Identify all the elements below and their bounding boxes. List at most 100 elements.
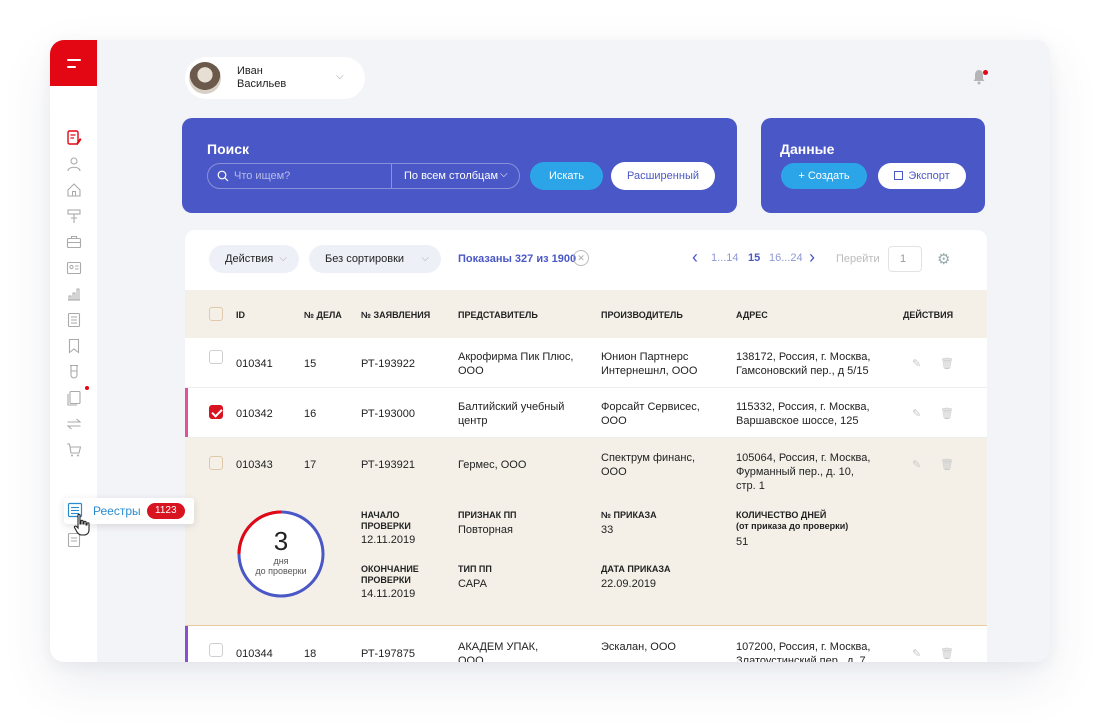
chevron-down-icon: ⌵ [279,253,287,264]
row-checkbox[interactable] [209,643,223,657]
export-icon [894,171,904,180]
user-menu[interactable]: Иван Васильев ⌵ [185,57,365,99]
start-value: 12.11.2019 [361,534,416,546]
data-panel: Данные + Создать Экспорт [761,118,985,213]
gear-icon[interactable]: ⚙ [937,250,950,268]
edit-icon[interactable]: ✎ [912,458,921,471]
actions-dropdown[interactable]: Действия ⌵ [209,245,299,273]
cell-id: 010341 [236,358,273,370]
cell-application: РТ-193922 [361,358,415,370]
data-title: Данные [780,141,835,157]
tools-icon[interactable] [66,208,82,224]
edit-icon[interactable]: ✎ [912,647,921,660]
pp-sign-label: ПРИЗНАК ПП [458,510,517,520]
cell-manufacturer: Эскалан, ООО [601,641,676,653]
edit-icon[interactable]: ✎ [912,357,921,370]
cell-application: РТ-197875 [361,648,415,660]
cell-address: 105064, Россия, г. Москва, Фурманный пер.… [736,452,871,492]
row-checkbox[interactable] [209,456,223,470]
results-count: Показаны 327 из 1900 [458,253,577,265]
col-address[interactable]: АДРЕС [736,310,768,320]
export-button[interactable]: Экспорт [878,163,966,189]
search-title: Поиск [207,141,250,157]
cell-id: 010343 [236,459,273,471]
table-row[interactable]: 010342 16 РТ-193000 Балтийский учебный це… [185,388,987,438]
cell-address: 115332, Россия, г. Москва, Варшавское шос… [736,401,870,427]
table-row-expanded[interactable]: 010343 17 РТ-193921 Гермес, ООО Спектрум… [185,438,987,626]
count-badge: 1123 [147,503,185,519]
user-name: Иван Васильев [237,65,287,90]
cell-manufacturer: Форсайт Сервисес, ООО [601,401,700,427]
sidebar [50,40,97,662]
cell-representative: АКАДЕМ УПАК, ООО [458,641,539,662]
cell-case: 16 [304,408,317,420]
chevron-down-icon[interactable]: ⌵ [500,169,508,180]
order-date-value: 22.09.2019 [601,578,657,590]
col-case[interactable]: № ДЕЛА [304,310,342,320]
home-icon[interactable] [66,182,82,198]
col-representative[interactable]: ПРЕДСТАВИТЕЛЬ [458,310,538,320]
goto-label: Перейти [836,253,880,265]
goto-page-input[interactable]: 1 [888,246,922,272]
search-scope-select[interactable]: По всем столбцам [404,170,498,182]
document-edit-icon[interactable] [66,130,82,146]
user-icon[interactable] [66,156,82,172]
notification-dot [983,70,988,75]
cell-representative: Акрофирма Пик Плюс, ООО [458,351,574,377]
notification-dot [85,386,89,390]
search-panel: Поиск Что ищем? По всем столбцам ⌵ Искат… [182,118,737,213]
cell-address: 107200, Россия, г. Москва, Златоустинский… [736,641,871,662]
checklist-icon[interactable] [66,312,82,328]
trash-icon[interactable]: 🗑 [940,407,954,420]
pp-sign-value: Повторная [458,524,513,536]
table-card: Действия ⌵ Без сортировки ⌵ Показаны 327 и… [185,230,987,662]
row-checkbox[interactable] [209,405,223,419]
col-actions: ДЕЙСТВИЯ [903,310,954,320]
sort-dropdown[interactable]: Без сортировки ⌵ [309,245,441,273]
create-button[interactable]: + Создать [781,163,867,189]
search-placeholder: Что ищем? [234,170,291,182]
cart-icon[interactable] [66,442,82,458]
chevron-right-icon[interactable]: › [809,247,815,268]
table-row[interactable]: 010344 18 РТ-197875 АКАДЕМ УПАК, ООО Эска… [185,626,987,662]
edit-icon[interactable]: ✎ [912,407,921,420]
search-input[interactable]: Что ищем? По всем столбцам ⌵ [207,163,520,189]
days-number: 3 [273,526,289,556]
flask-icon[interactable] [66,364,82,380]
chevron-left-icon[interactable]: ‹ [692,247,698,268]
bar-chart-icon[interactable] [66,286,82,302]
cell-representative: Балтийский учебный центр [458,401,565,427]
clear-filter-icon[interactable]: ✕ [573,250,589,266]
bookmark-icon[interactable] [66,338,82,354]
cell-representative: Гермес, ООО [458,459,527,471]
col-manufacturer[interactable]: ПРОИЗВОДИТЕЛЬ [601,310,683,320]
col-id[interactable]: ID [236,310,245,320]
id-card-icon[interactable] [66,260,82,276]
row-marker [185,626,188,662]
end-label: ОКОНЧАНИЕ ПРОВЕРКИ [361,564,419,585]
page-range-start[interactable]: 1...14 [711,252,739,264]
col-application[interactable]: № ЗАЯВЛЕНИЯ [361,310,430,320]
cell-id: 010344 [236,648,273,660]
search-button[interactable]: Искать [530,162,603,190]
table-toolbar: Действия ⌵ Без сортировки ⌵ Показаны 327 и… [185,230,987,290]
advanced-search-button[interactable]: Расширенный [611,162,715,190]
row-checkbox[interactable] [209,350,223,364]
chevron-down-icon: ⌵ [336,71,344,82]
end-value: 14.11.2019 [361,588,416,600]
trash-icon[interactable]: 🗑 [940,647,954,660]
page-range-end[interactable]: 16...24 [769,252,803,264]
briefcase-icon[interactable] [66,234,82,250]
documents-icon[interactable] [66,390,82,406]
select-all-checkbox[interactable] [209,307,223,321]
trash-icon[interactable]: 🗑 [940,357,954,370]
avatar [189,62,221,94]
cell-application: РТ-193921 [361,459,415,471]
exchange-icon[interactable] [66,416,82,432]
hand-pointer-icon [72,513,92,542]
trash-icon[interactable]: 🗑 [940,458,954,471]
order-no-label: № ПРИКАЗА [601,510,657,520]
search-icon [217,169,229,187]
table-row[interactable]: 010341 15 РТ-193922 Акрофирма Пик Плюс, О… [185,338,987,388]
menu-icon[interactable] [50,40,97,86]
